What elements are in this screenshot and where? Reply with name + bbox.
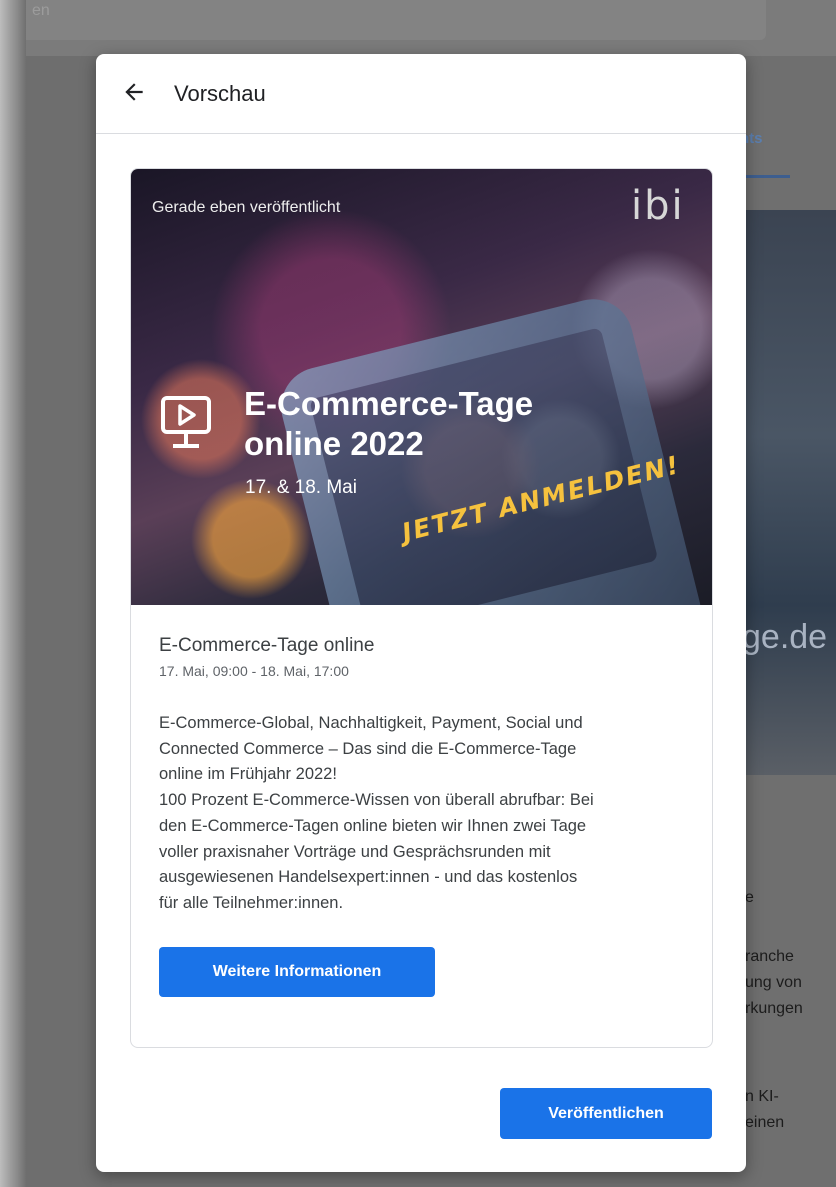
dialog-title: Vorschau: [174, 81, 266, 106]
background-text-line: n KI-: [745, 1088, 779, 1105]
background-text-line: ung von: [745, 974, 802, 991]
posted-status-label: Gerade eben veröffentlicht: [152, 199, 341, 216]
ibi-logo: ibi: [631, 183, 685, 229]
phone-screen: [309, 327, 659, 605]
publish-button[interactable]: Veröffentlichen: [500, 1088, 712, 1139]
background-search-input: en: [26, 0, 766, 40]
description-line: 100 Prozent E-Commerce-Wissen von überal…: [159, 791, 594, 810]
background-text-line: e: [745, 889, 754, 906]
background-tab-indicator: [740, 175, 790, 178]
dialog-header: Vorschau: [96, 54, 746, 134]
event-name: E-Commerce-Tage online: [159, 635, 375, 656]
background-image-text: ge.de: [742, 618, 828, 656]
arrow-left-icon: [125, 83, 143, 101]
event-post-card: Gerade eben veröffentlicht ibi E-Commerc…: [130, 168, 713, 1048]
banner-title-line: online 2022: [244, 425, 424, 462]
description-line: für alle Teilnehmer:innen.: [159, 893, 344, 912]
background-text-line: ranche: [745, 948, 794, 965]
background-image: [745, 210, 836, 775]
event-banner-image: Gerade eben veröffentlicht ibi E-Commerc…: [131, 169, 712, 605]
card-body: E-Commerce-Tage online 17. Mai, 09:00 - …: [131, 635, 712, 997]
description-line: Connected Commerce – Das sind die E-Comm…: [159, 739, 577, 758]
banner-date: 17. & 18. Mai: [245, 477, 357, 498]
background-sidebar: [0, 0, 26, 1187]
description-line: online im Frühjahr 2022!: [159, 765, 337, 784]
description-line: den E-Commerce-Tagen online bieten wir I…: [159, 816, 587, 835]
description-line: ausgewiesenen Handelsexpert:innen - und …: [159, 868, 578, 887]
description-line: E-Commerce-Global, Nachhaltigkeit, Payme…: [159, 714, 583, 732]
event-description: E-Commerce-Global, Nachhaltigkeit, Payme…: [159, 711, 684, 917]
preview-dialog: Vorschau Gerade eben veröffentlicht ibi …: [96, 54, 746, 1172]
background-text-line: rkungen: [745, 1000, 803, 1017]
back-button[interactable]: [118, 76, 150, 108]
banner-title-line: E-Commerce-Tage: [244, 385, 534, 422]
event-time: 17. Mai, 09:00 - 18. Mai, 17:00: [159, 663, 349, 679]
background-search-text: en: [32, 2, 50, 19]
presentation-play-icon: [161, 396, 211, 448]
description-line: voller praxisnaher Vorträge und Gespräch…: [159, 842, 551, 861]
banner-title: E-Commerce-Tage online 2022: [244, 384, 644, 464]
more-information-button[interactable]: Weitere Informationen: [159, 946, 435, 997]
background-text-line: einen: [745, 1114, 785, 1131]
